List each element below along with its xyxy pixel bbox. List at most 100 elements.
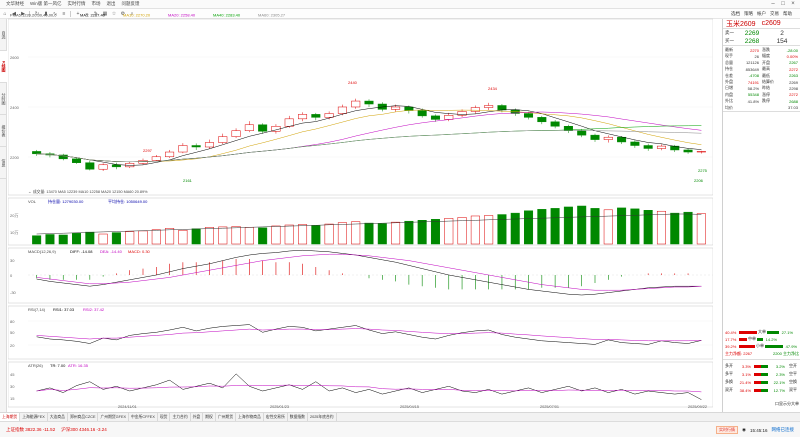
candle-body — [165, 151, 175, 158]
quote-value: -28.00 — [786, 47, 798, 53]
ask-row[interactable]: 卖一 2269 2 — [725, 29, 799, 37]
volume-bar — [98, 233, 108, 245]
date-tick-label: 2025/04/15 — [400, 405, 420, 409]
menu-item[interactable]: 交易 — [770, 11, 779, 17]
title-item[interactable]: 问题反馈 — [122, 1, 140, 7]
quote-value: 41.8% — [747, 98, 759, 104]
quote-label: 均价 — [725, 104, 733, 110]
stat-value: 12.7% — [773, 387, 785, 393]
volume-bar — [524, 210, 534, 245]
tab-label: 信息 — [1, 158, 7, 167]
tab-kline[interactable]: K线图 — [0, 51, 7, 83]
contract-title[interactable]: 玉米2609 c2609 — [726, 19, 781, 28]
quote-label: 日增 — [725, 85, 733, 91]
volume-value: 平均持仓: 1050649.00 — [108, 198, 148, 204]
volume-tick-label: 10万 — [10, 230, 18, 235]
price-annotation: 2440 — [348, 80, 358, 85]
atr-value: ATR: 16.35 — [68, 363, 89, 368]
app-window: 文华财经 Win版 第一风亿 实时行情 市场 退出 问题反馈 – □ × ⌂ ◀… — [0, 0, 800, 437]
stat-row: 多换 21.4% 22.1% 空换 — [725, 379, 799, 385]
divider — [723, 45, 800, 46]
macd-value: DEA: -14.40 — [100, 249, 123, 254]
volume-bar — [643, 210, 653, 245]
quote-label: 持仓 — [725, 66, 733, 72]
contract-code: c2609 — [761, 20, 781, 27]
bid-volume: 154 — [776, 37, 788, 45]
volume-bar — [550, 208, 560, 245]
quote-label: 仓差 — [725, 72, 733, 78]
tab-info[interactable]: 信息 — [0, 147, 7, 179]
minimize-icon[interactable]: – — [768, 1, 778, 8]
title-item[interactable]: 实时行情 — [68, 1, 86, 7]
volume-bar — [377, 223, 387, 245]
ma-line — [36, 125, 702, 163]
bid-row[interactable]: 买一 2268 154 — [725, 37, 799, 45]
volume-bar — [298, 224, 308, 245]
date-tick-label: 2025/09/22 — [688, 405, 708, 409]
close-icon[interactable]: × — [788, 1, 798, 8]
tab-quotes[interactable]: 报价表 — [0, 115, 7, 147]
candle-body — [72, 158, 82, 163]
menu-item[interactable]: 帐户 — [757, 11, 766, 17]
volume-bar — [683, 211, 693, 245]
menu-item[interactable]: 策略 — [744, 11, 753, 17]
stat-value: 38.4% — [739, 387, 751, 393]
quote-value: 2270 — [750, 47, 759, 53]
quote-label: 昨结 — [762, 85, 770, 91]
maximize-icon[interactable]: □ — [778, 1, 788, 8]
price-annotation: 2297 — [143, 148, 153, 153]
volume-bar — [444, 218, 454, 245]
volume-bar — [218, 226, 228, 245]
menu-item[interactable]: 选档 — [731, 11, 740, 17]
volume-bar — [324, 223, 334, 245]
quote-value: 37.03 — [787, 105, 798, 111]
quote-value: 2298 — [789, 85, 798, 91]
flow-label: 小单 — [756, 343, 764, 348]
volume-bar — [311, 225, 321, 245]
flow-in-pct: 40.4% — [725, 329, 737, 335]
price-tick-label: 2200 — [10, 155, 20, 160]
candle-body — [683, 149, 693, 153]
quote-value: 2269 — [789, 79, 798, 85]
bid-label: 买一 — [725, 38, 734, 43]
candle-body — [151, 156, 161, 161]
price-annotation: 2161 — [183, 178, 193, 183]
flow-in-pct: 39.2% — [725, 343, 737, 349]
stat-value: 22.1% — [773, 379, 785, 385]
kline-chart[interactable]: 2600 2400 2200 20万 10万 30 0 -30 80 50 20… — [8, 12, 713, 412]
price-annotation: 2434 — [488, 86, 498, 91]
candle-body — [337, 106, 347, 114]
volume-bar — [231, 226, 241, 245]
divider — [723, 359, 800, 360]
quote-label: 现手 — [725, 53, 733, 59]
rsi-group — [36, 324, 702, 345]
candle-body — [417, 110, 427, 117]
stat-bar — [754, 372, 768, 376]
candle-body — [178, 145, 188, 153]
tab-watchlist[interactable]: 自选 — [0, 19, 7, 51]
tab-timeline[interactable]: 分时图 — [0, 83, 7, 115]
title-item[interactable]: 退出 — [107, 1, 116, 7]
realtime-badge[interactable]: 实时行情 — [716, 426, 739, 434]
quote-label: 外比 — [725, 98, 733, 104]
menu-item[interactable]: 帮助 — [783, 11, 792, 17]
volume-tick-label: 20万 — [10, 213, 18, 218]
connection-link[interactable]: 网络已连接 — [772, 427, 795, 433]
title-item[interactable]: 市场 — [92, 1, 101, 7]
volume-bar — [151, 229, 161, 245]
ma-line — [36, 105, 702, 166]
quote-label: 幅度 — [762, 53, 770, 59]
show-large-order-toggle[interactable]: 口显示分大单 — [725, 401, 799, 407]
title-item[interactable]: Win版 第一风亿 — [30, 1, 62, 7]
volume-bar — [577, 205, 587, 245]
candles-group — [32, 98, 706, 171]
ask-price: 2269 — [744, 29, 760, 37]
volume-bar — [125, 231, 135, 245]
quote-value: 0.00% — [786, 53, 798, 59]
rsi-tick-label: 50 — [10, 330, 15, 335]
candle-body — [258, 124, 268, 132]
macd-value: DIFF: -14.08 — [70, 249, 93, 254]
candle-body — [351, 100, 361, 108]
candle-body — [111, 164, 121, 168]
rsi-value: RSI1: 37.03 — [53, 307, 75, 312]
